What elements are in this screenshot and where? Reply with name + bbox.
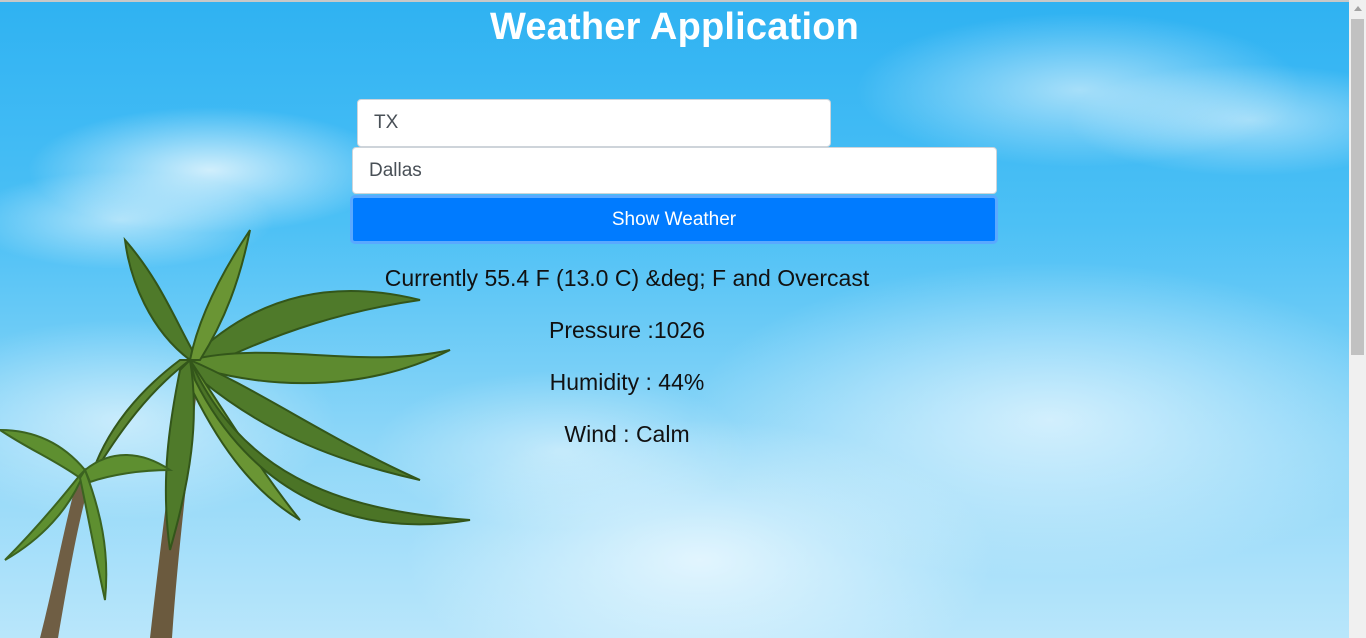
current-conditions-text: Currently 55.4 F (13.0 C) &deg; F and Ov… xyxy=(384,265,870,291)
scrollbar-thumb[interactable] xyxy=(1351,19,1364,355)
vertical-scrollbar[interactable] xyxy=(1349,0,1366,638)
wind-text: Wind : Calm xyxy=(564,421,690,447)
window-top-border xyxy=(0,0,1366,2)
page: Weather Application Show Weather Current… xyxy=(0,0,1366,638)
show-weather-button[interactable]: Show Weather xyxy=(350,195,998,244)
city-input[interactable] xyxy=(352,147,997,194)
state-input[interactable] xyxy=(357,99,831,147)
scroll-up-arrow-icon[interactable] xyxy=(1349,0,1366,17)
page-title: Weather Application xyxy=(489,6,860,48)
humidity-text: Humidity : 44% xyxy=(549,369,705,395)
pressure-text: Pressure :1026 xyxy=(549,317,705,343)
